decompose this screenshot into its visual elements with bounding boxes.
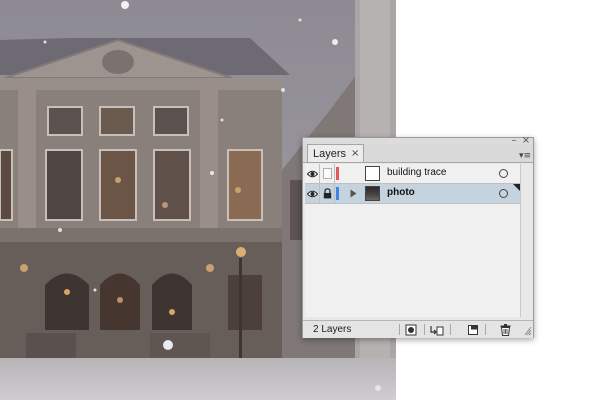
layer-name[interactable]: photo [387, 187, 415, 198]
make-clipping-mask-button[interactable] [404, 323, 418, 336]
layers-panel[interactable]: – × Layers × ▾≡ building trace photo 2 L… [302, 136, 534, 338]
layer-row-photo[interactable]: photo [305, 184, 520, 204]
layer-row-building-trace[interactable]: building trace [305, 164, 520, 184]
layer-name[interactable]: building trace [387, 167, 446, 178]
layer-thumbnail [365, 186, 380, 201]
layers-list[interactable]: building trace photo [305, 164, 521, 317]
expand-arrow-icon[interactable] [345, 184, 361, 203]
layer-color-indicator [336, 167, 339, 180]
panel-footer: 2 Layers [303, 320, 533, 338]
expand-placeholder [345, 164, 361, 183]
footer-divider [424, 324, 425, 335]
selection-indicator-icon [513, 184, 520, 191]
create-sublayer-button[interactable] [430, 323, 444, 336]
layer-color-indicator [336, 187, 339, 200]
create-sublayer-icon [430, 325, 444, 335]
visibility-toggle[interactable] [305, 184, 320, 203]
eye-icon [306, 170, 318, 177]
resize-grip-icon[interactable] [522, 324, 532, 336]
panel-tab-row: Layers × ▾≡ [303, 144, 533, 163]
delete-layer-icon [500, 323, 510, 336]
lock-toggle[interactable] [320, 184, 335, 203]
panel-menu-icon[interactable]: ▾≡ [519, 151, 531, 161]
target-circle-icon[interactable] [499, 189, 508, 198]
target-circle-icon[interactable] [499, 169, 508, 178]
delete-layer-button[interactable] [498, 323, 512, 336]
tab-layers[interactable]: Layers × [307, 144, 365, 162]
layers-scrollbar[interactable] [522, 164, 532, 317]
footer-divider [450, 324, 451, 335]
layer-thumbnail [365, 166, 380, 181]
layer-count: 2 Layers [313, 324, 352, 335]
lock-toggle[interactable] [320, 164, 335, 183]
tab-layers-label: Layers [313, 147, 347, 160]
lock-empty-icon [322, 168, 332, 179]
make-clipping-mask-icon [405, 324, 417, 335]
footer-divider [399, 324, 400, 335]
tab-close-icon[interactable]: × [351, 148, 359, 159]
lock-icon [323, 188, 331, 199]
visibility-toggle[interactable] [305, 164, 320, 183]
eye-icon [306, 190, 318, 197]
create-new-layer-icon [468, 324, 478, 335]
footer-divider [485, 324, 486, 335]
create-new-layer-button[interactable] [466, 323, 480, 336]
